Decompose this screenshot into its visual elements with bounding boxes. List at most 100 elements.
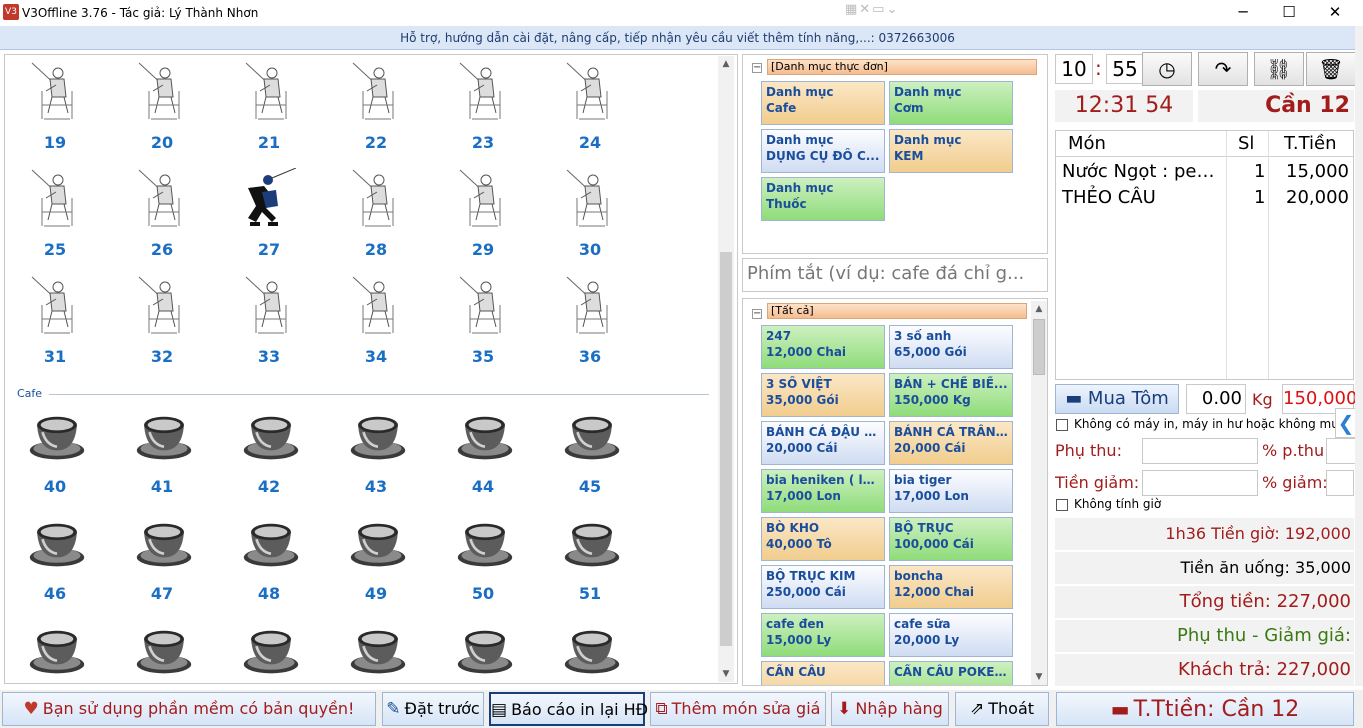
discount-pct-input[interactable] [1326, 470, 1354, 496]
scroll-down-icon[interactable]: ▼ [718, 666, 734, 682]
fishing-table-tile[interactable]: 34 [346, 275, 406, 375]
fishing-table-tile[interactable]: 32 [132, 275, 192, 375]
cafe-table-tile[interactable]: 43 [346, 405, 406, 505]
scroll-thumb[interactable] [1033, 319, 1045, 375]
cafe-table-tile[interactable]: 42 [239, 405, 299, 505]
cafe-table-tile[interactable] [132, 619, 192, 683]
cafe-table-tile[interactable]: 50 [453, 512, 513, 612]
close-button[interactable]: ✕ [1312, 0, 1358, 24]
order-grid[interactable]: Món Sl T.Tiền Nước Ngọt : peps... 1 15,000… [1055, 130, 1354, 380]
no-time-checkbox[interactable] [1056, 499, 1068, 511]
minute-input[interactable]: 55 [1106, 54, 1144, 84]
minimize-button[interactable]: ─ [1220, 0, 1266, 24]
category-cell[interactable]: Danh mục Cafe [761, 81, 885, 125]
category-cell[interactable]: Danh mục Thuốc [761, 177, 885, 221]
weight-input[interactable]: 0.00 [1186, 384, 1246, 414]
fishing-table-tile[interactable]: 31 [25, 275, 85, 375]
merge-table-button[interactable]: ⛓ [1254, 52, 1304, 86]
tables-scrollbar[interactable]: ▲ ▼ [718, 56, 734, 682]
window-scrollbar[interactable] [1355, 26, 1363, 686]
no-printer-checkbox[interactable] [1056, 419, 1068, 431]
scroll-up-icon[interactable]: ▲ [718, 56, 734, 72]
cafe-table-tile[interactable]: 41 [132, 405, 192, 505]
cafe-table-tile[interactable]: 51 [560, 512, 620, 612]
fishing-table-tile[interactable]: 25 [25, 168, 85, 268]
menu-item-cell[interactable]: bia tiger 17,000 Lon [889, 469, 1013, 513]
col-qty[interactable]: Sl [1238, 131, 1254, 157]
menu-item-cell[interactable]: BỘ TRỤC 100,000 Cái [889, 517, 1013, 561]
menu-item-cell[interactable]: 247 12,000 Chai [761, 325, 885, 369]
cafe-table-tile[interactable]: 49 [346, 512, 406, 612]
fishing-table-tile[interactable]: 28 [346, 168, 406, 268]
col-total[interactable]: T.Tiền [1284, 131, 1337, 157]
items-scrollbar[interactable]: ▲ ▼ [1031, 301, 1047, 685]
scroll-thumb[interactable] [720, 252, 732, 646]
clock-button[interactable]: ◷ [1142, 52, 1192, 86]
import-button[interactable]: ⬇ Nhập hàng [831, 692, 949, 726]
fishing-table-tile[interactable]: 23 [453, 61, 513, 161]
menu-item-cell[interactable]: CẦN CÂU [761, 661, 885, 685]
delete-button[interactable]: 🗑 [1306, 52, 1356, 86]
menu-item-cell[interactable]: cafe sữa 20,000 Ly [889, 613, 1013, 657]
shortcut-input[interactable]: Phím tắt (ví dụ: cafe đá chỉ g... [742, 258, 1048, 292]
cafe-table-tile[interactable]: 45 [560, 405, 620, 505]
reserve-button[interactable]: ✎ Đặt trước [382, 692, 484, 726]
discount-input[interactable] [1142, 470, 1258, 496]
scroll-down-icon[interactable]: ▼ [1031, 669, 1047, 685]
menu-item-cell[interactable]: boncha 12,000 Chai [889, 565, 1013, 609]
menu-item-cell[interactable]: bia heniken ( lùn) 17,000 Lon [761, 469, 885, 513]
order-row[interactable]: THẺO CÂU 1 20,000 [1056, 185, 1353, 211]
menu-item-cell[interactable]: BÒ KHO 40,000 Tô [761, 517, 885, 561]
fishing-table-tile[interactable]: 36 [560, 275, 620, 375]
fishing-table-tile[interactable]: 20 [132, 61, 192, 161]
menu-item-cell[interactable]: BÁNH CÁ ĐẬU ĐỎ 20,000 Cái [761, 421, 885, 465]
menu-item-cell[interactable]: BÁNH CÁ TRÂN... 20,000 Cái [889, 421, 1013, 465]
cafe-table-tile[interactable] [560, 619, 620, 683]
fishing-table-tile[interactable]: 24 [560, 61, 620, 161]
cafe-table-tile[interactable]: 40 [25, 405, 85, 505]
menu-item-cell[interactable]: 3 SỐ VIỆT 35,000 Gói [761, 373, 885, 417]
fishing-table-tile[interactable]: 26 [132, 168, 192, 268]
fishing-table-tile[interactable]: 29 [453, 168, 513, 268]
report-button[interactable]: ▤ Báo cáo in lại HĐ [489, 692, 648, 726]
fishing-table-tile[interactable]: 30 [560, 168, 620, 268]
cafe-table-tile[interactable]: 48 [239, 512, 299, 612]
collapse-icon[interactable]: − [752, 63, 762, 73]
license-button[interactable]: ♥ Bạn sử dụng phần mềm có bản quyền! [2, 692, 376, 726]
category-cell[interactable]: Danh mục Cơm [889, 81, 1013, 125]
maximize-button[interactable]: ☐ [1266, 0, 1312, 24]
cafe-table-tile[interactable] [346, 619, 406, 683]
move-table-button[interactable]: ↷ [1198, 52, 1248, 86]
cafe-table-tile[interactable]: 47 [132, 512, 192, 612]
checkout-button[interactable]: ▬ T.Ttiền: Cần 12 [1056, 692, 1354, 726]
menu-item-cell[interactable]: cafe đen 15,000 Ly [761, 613, 885, 657]
menu-item-cell[interactable]: BỘ TRỤC KIM 250,000 Cái [761, 565, 885, 609]
cafe-table-tile[interactable]: 46 [25, 512, 85, 612]
fishing-table-tile[interactable]: 33 [239, 275, 299, 375]
collapse-icon[interactable]: − [752, 309, 762, 319]
add-item-button[interactable]: ⧉ Thêm món sửa giá [650, 692, 826, 726]
buy-shrimp-button[interactable]: ▬ Mua Tôm [1055, 384, 1179, 414]
fishing-table-tile[interactable]: 22 [346, 61, 406, 161]
cafe-table-tile[interactable]: 44 [453, 405, 513, 505]
collapse-panel-icon[interactable]: ❮ [1335, 408, 1357, 438]
menu-item-cell[interactable]: BÁN + CHẾ BIẾ... 150,000 Kg [889, 373, 1013, 417]
fishing-table-tile[interactable]: 21 [239, 61, 299, 161]
scroll-up-icon[interactable]: ▲ [1031, 301, 1047, 317]
cafe-table-tile[interactable] [239, 619, 299, 683]
surcharge-pct-input[interactable] [1326, 438, 1356, 464]
category-cell[interactable]: Danh mục KEM [889, 129, 1013, 173]
menu-item-cell[interactable]: 3 số anh 65,000 Gói [889, 325, 1013, 369]
order-row[interactable]: Nước Ngọt : peps... 1 15,000 [1056, 159, 1353, 185]
exit-button[interactable]: ⇗ Thoát [955, 692, 1049, 726]
fishing-table-tile[interactable]: 19 [25, 61, 85, 161]
cafe-table-tile[interactable] [25, 619, 85, 683]
col-item[interactable]: Món [1068, 131, 1106, 157]
cafe-table-tile[interactable] [453, 619, 513, 683]
surcharge-input[interactable] [1142, 438, 1258, 464]
hour-input[interactable]: 10 [1055, 54, 1093, 84]
menu-item-cell[interactable]: CẦN CÂU POKE... [889, 661, 1013, 685]
category-cell[interactable]: Danh mục DỤNG CỤ ĐỒ C... [761, 129, 885, 173]
fishing-table-tile[interactable]: 35 [453, 275, 513, 375]
fishing-table-tile[interactable]: 27 [239, 167, 299, 268]
